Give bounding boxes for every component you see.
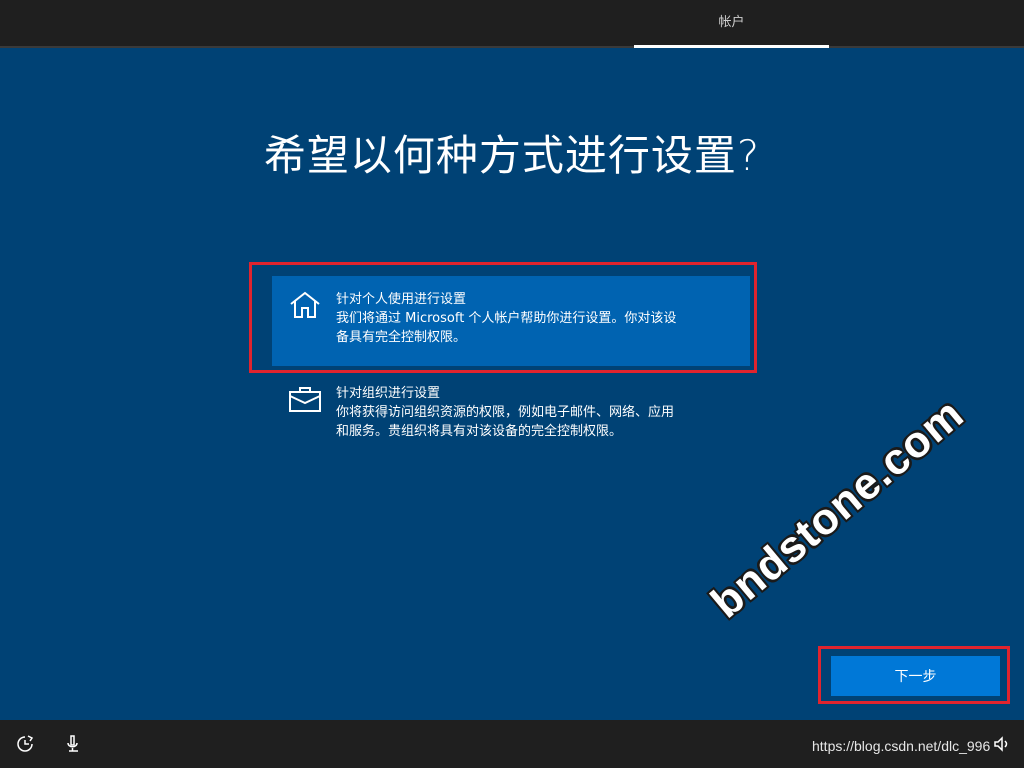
microphone-icon[interactable]: [63, 734, 83, 754]
next-button[interactable]: 下一步: [831, 656, 1000, 696]
home-icon: [290, 291, 320, 318]
option-personal-use[interactable]: 针对个人使用进行设置 我们将通过 Microsoft 个人帐户帮助你进行设置。你…: [272, 276, 750, 366]
option-personal-desc-line1: 我们将通过 Microsoft 个人帐户帮助你进行设置。你对该设: [336, 311, 677, 326]
option-personal-desc-line2: 备具有完全控制权限。: [336, 330, 467, 345]
oobe-screen: 帐户 希望以何种方式进行设置? 针对个人使用进行设置 我们将通过 Microso…: [0, 0, 1024, 768]
option-organization[interactable]: 针对组织进行设置 你将获得访问组织资源的权限，例如电子邮件、网络、应用 和服务。…: [272, 378, 750, 458]
tab-account: 帐户: [718, 15, 745, 30]
option-personal-title: 针对个人使用进行设置: [336, 292, 467, 307]
option-organization-text: 针对组织进行设置 你将获得访问组织资源的权限，例如电子邮件、网络、应用 和服务。…: [336, 384, 674, 441]
page-title: 希望以何种方式进行设置?: [263, 131, 761, 180]
option-organization-title: 针对组织进行设置: [336, 386, 441, 401]
tab-underline: [634, 45, 829, 48]
option-organization-desc-line2: 和服务。贵组织将具有对该设备的完全控制权限。: [336, 424, 623, 439]
volume-icon[interactable]: [992, 734, 1012, 754]
url-watermark-text: https://blog.csdn.net/dlc_996: [812, 738, 991, 754]
ease-of-access-icon[interactable]: [15, 734, 35, 754]
briefcase-icon: [289, 387, 321, 412]
top-bar: [0, 0, 1024, 48]
option-organization-desc-line1: 你将获得访问组织资源的权限，例如电子邮件、网络、应用: [336, 405, 675, 420]
option-personal-text: 针对个人使用进行设置 我们将通过 Microsoft 个人帐户帮助你进行设置。你…: [336, 290, 676, 347]
